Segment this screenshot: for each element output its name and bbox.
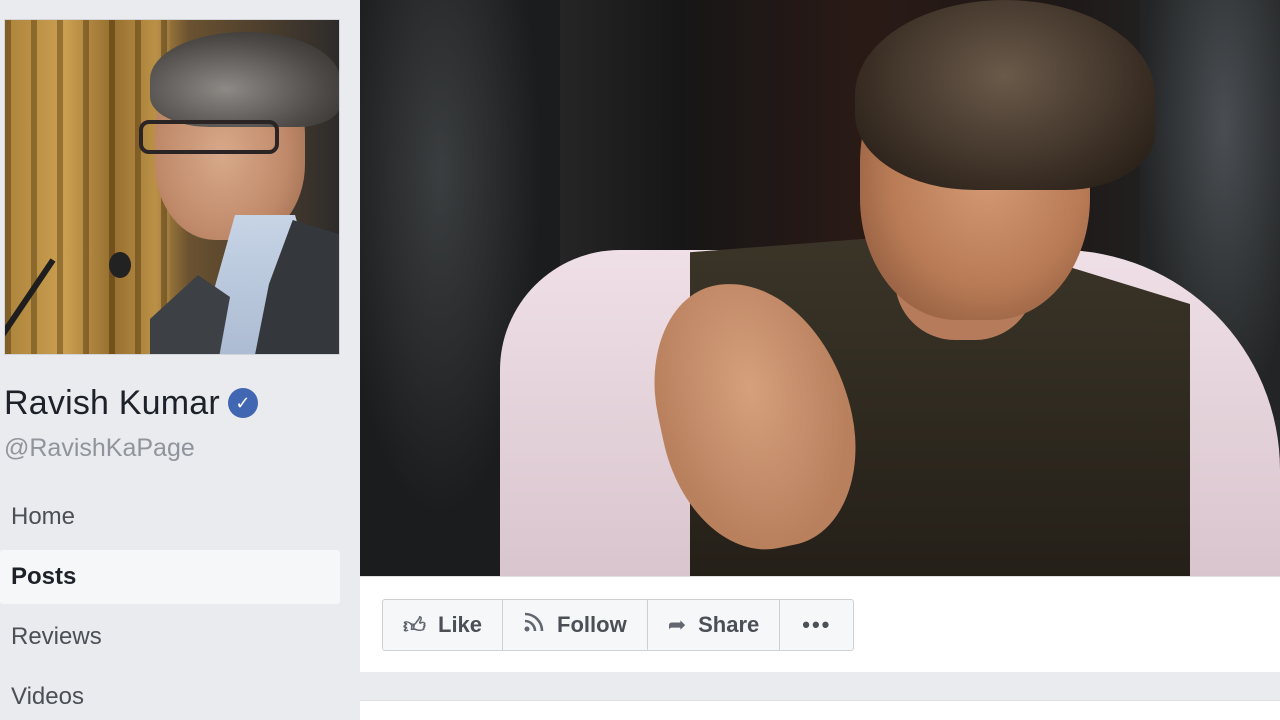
- verified-check-icon: ✓: [227, 388, 258, 418]
- thumbs-up-icon: 👍︎: [403, 612, 426, 638]
- action-button-group: 👍︎ Like Follow ➦ Share •••: [382, 599, 855, 651]
- rss-icon: [523, 611, 545, 639]
- follow-label: Follow: [557, 612, 627, 637]
- share-arrow-icon: ➦: [667, 612, 687, 637]
- nav-item-reviews[interactable]: Reviews: [0, 610, 340, 664]
- nav-item-posts[interactable]: Posts: [0, 550, 340, 604]
- profile-glasses: [139, 120, 279, 154]
- page-nav: Home Posts Reviews Videos: [0, 490, 340, 720]
- cover-hair: [855, 0, 1155, 190]
- nav-item-videos[interactable]: Videos: [0, 670, 340, 720]
- share-label: Share: [698, 612, 760, 637]
- microphone-head: [109, 252, 131, 278]
- follow-button[interactable]: Follow: [502, 599, 648, 651]
- profile-hair: [150, 32, 339, 127]
- like-button[interactable]: 👍︎ Like: [382, 599, 504, 651]
- page-handle[interactable]: @RavishKaPage: [4, 434, 195, 463]
- page-name[interactable]: Ravish Kumar: [4, 384, 220, 423]
- profile-picture[interactable]: [4, 19, 340, 355]
- next-content-card: [360, 700, 1280, 720]
- page-action-bar: 👍︎ Like Follow ➦ Share •••: [360, 576, 1280, 672]
- left-column: Ravish Kumar ✓ @RavishKaPage Home Posts …: [0, 0, 358, 720]
- nav-item-home[interactable]: Home: [0, 490, 340, 544]
- more-options-icon: •••: [802, 612, 832, 637]
- page-name-row: Ravish Kumar ✓: [4, 383, 258, 423]
- curtain-background: [5, 20, 170, 354]
- like-label: Like: [438, 612, 483, 637]
- more-options-button[interactable]: •••: [779, 599, 855, 651]
- cover-photo[interactable]: [360, 0, 1280, 576]
- share-button[interactable]: ➦ Share: [646, 599, 781, 651]
